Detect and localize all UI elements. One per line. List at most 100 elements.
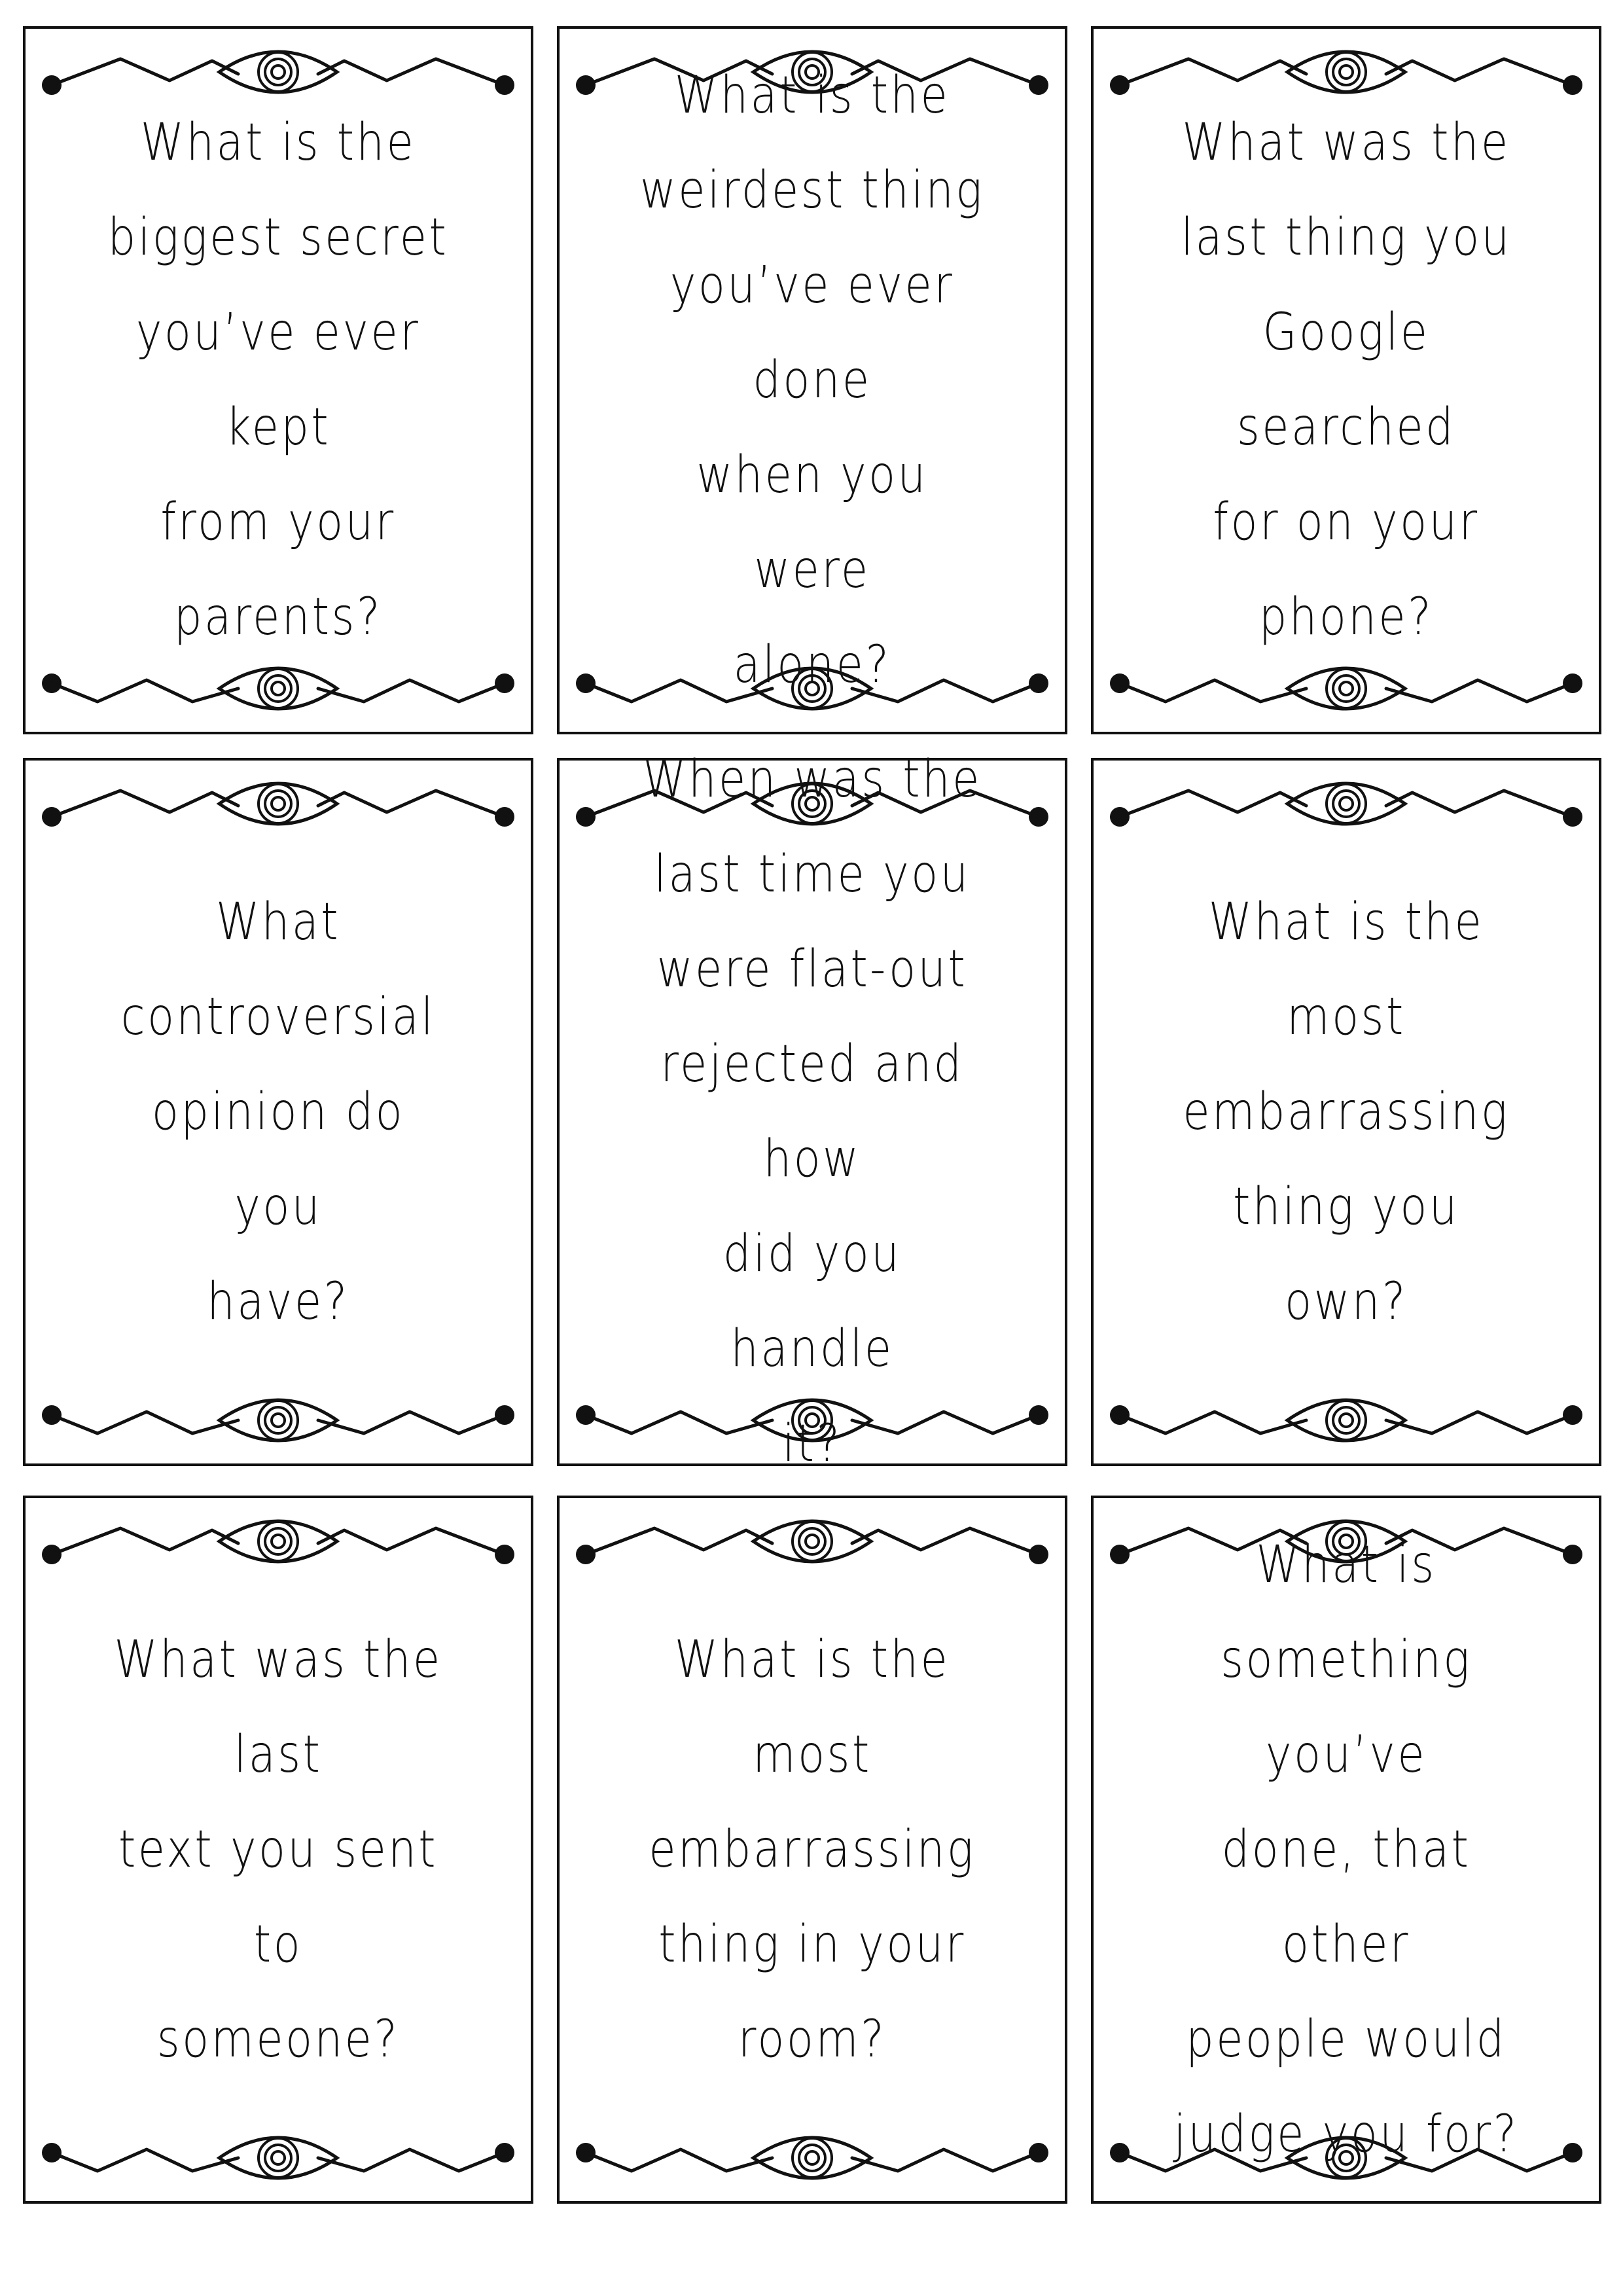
eye-iris-inner	[264, 58, 293, 86]
eye-pupil	[270, 681, 286, 696]
ornament-svg	[1110, 781, 1582, 827]
eye-pupil	[270, 2150, 286, 2166]
eye-iris-inner	[264, 1406, 293, 1435]
ornament-svg	[42, 2136, 514, 2180]
zigzag-line	[584, 1410, 774, 1435]
question-card-6: What is the most embarrassing thing you …	[1091, 758, 1601, 1466]
zigzag-line	[1384, 2147, 1575, 2173]
question-text: What controversial opinion do you have?	[120, 892, 436, 1331]
question-text: When was the last time you were flat-out…	[643, 750, 982, 1473]
top-ornament	[1094, 763, 1599, 842]
ornament-svg	[42, 666, 514, 711]
eye-pupil	[804, 2150, 820, 2166]
question-card-7: What was the last text you sent to someo…	[23, 1496, 533, 2204]
eye-pupil	[270, 1412, 286, 1428]
zigzag-line	[850, 1410, 1041, 1435]
question-card-8: What is the most embarrassing thing in y…	[557, 1496, 1067, 2204]
zigzag-line	[316, 789, 507, 819]
ornament-svg	[42, 1519, 514, 1564]
zigzag-line	[584, 678, 774, 704]
zigzag-line	[50, 789, 240, 819]
question-area: What was the last text you sent to someo…	[71, 1577, 485, 2123]
question-text: What is the weirdest thing you’ve ever d…	[640, 65, 984, 694]
question-area: What is the most embarrassing thing in y…	[605, 1577, 1019, 2123]
question-area: What is the weirdest thing you’ve ever d…	[605, 66, 1019, 694]
top-ornament	[26, 763, 531, 842]
zigzag-line	[584, 2147, 774, 2173]
eye-iris-inner	[798, 1406, 827, 1435]
top-ornament	[560, 1501, 1065, 1579]
bottom-ornament	[1094, 2120, 1599, 2198]
eye-pupil	[270, 64, 286, 80]
eye-iris-inner	[798, 1527, 827, 1556]
eye-iris-inner	[798, 2144, 827, 2172]
question-text: What was the last thing you Google searc…	[1181, 113, 1512, 647]
question-text: What is the most embarrassing thing you …	[1183, 892, 1510, 1331]
eye-iris-inner	[1332, 789, 1361, 818]
question-area: What controversial opinion do you have?	[71, 839, 485, 1385]
zigzag-line	[1384, 678, 1575, 704]
zigzag-line	[1118, 789, 1308, 819]
zigzag-line	[1118, 2147, 1308, 2173]
zigzag-line	[50, 678, 240, 704]
question-text: What was the last text you sent to someo…	[114, 1630, 442, 2069]
eye-pupil	[1338, 796, 1354, 812]
ornament-svg	[1110, 666, 1582, 711]
question-text: What is something you’ve done, that othe…	[1173, 1535, 1519, 2164]
zigzag-line	[316, 1410, 507, 1435]
eye-pupil	[804, 1534, 820, 1549]
bottom-ornament	[26, 651, 531, 729]
zigzag-line	[50, 2147, 240, 2173]
eye-iris-inner	[1332, 58, 1361, 86]
zigzag-line	[850, 1526, 1041, 1556]
ornament-svg	[42, 1398, 514, 1443]
eye-pupil	[1338, 681, 1354, 696]
zigzag-line	[1384, 1410, 1575, 1435]
eye-iris-inner	[1332, 674, 1361, 703]
eye-pupil	[270, 796, 286, 812]
zigzag-line	[316, 678, 507, 704]
question-text: What is the biggest secret you’ve ever k…	[107, 113, 449, 647]
zigzag-line	[850, 678, 1041, 704]
bottom-ornament	[26, 2120, 531, 2198]
zigzag-line	[50, 1410, 240, 1435]
zigzag-line	[1118, 678, 1308, 704]
eye-iris-inner	[1332, 2144, 1361, 2172]
question-card-9: What is something you’ve done, that othe…	[1091, 1496, 1601, 2204]
zigzag-line	[1384, 57, 1575, 87]
question-area: What is the most embarrassing thing you …	[1139, 839, 1553, 1385]
zigzag-line	[1384, 789, 1575, 819]
zigzag-line	[316, 57, 507, 87]
eye-pupil	[1338, 64, 1354, 80]
top-ornament	[26, 1501, 531, 1579]
eye-iris-inner	[264, 1527, 293, 1556]
eye-iris-inner	[264, 674, 293, 703]
eye-iris-inner	[264, 2144, 293, 2172]
question-area: What is something you’ve done, that othe…	[1139, 1535, 1553, 2164]
zigzag-line	[1118, 57, 1308, 87]
bottom-ornament	[1094, 651, 1599, 729]
zigzag-line	[50, 57, 240, 87]
eye-pupil	[270, 1534, 286, 1549]
zigzag-line	[316, 1526, 507, 1556]
eye-pupil	[1338, 1412, 1354, 1428]
question-area: When was the last time you were flat-out…	[605, 750, 1019, 1473]
eye-pupil	[804, 681, 820, 696]
zigzag-line	[850, 2147, 1041, 2173]
zigzag-line	[1118, 1410, 1308, 1435]
ornament-svg	[1110, 1398, 1582, 1443]
question-card-1: What is the biggest secret you’ve ever k…	[23, 26, 533, 734]
bottom-ornament	[560, 1382, 1065, 1461]
bottom-ornament	[560, 651, 1065, 729]
eye-iris-inner	[798, 674, 827, 703]
eye-pupil	[1338, 2150, 1354, 2166]
question-text: What is the most embarrassing thing in y…	[649, 1630, 976, 2069]
question-area: What was the last thing you Google searc…	[1139, 107, 1553, 653]
eye-iris-inner	[264, 789, 293, 818]
question-card-4: What controversial opinion do you have?	[23, 758, 533, 1466]
zigzag-line	[50, 1526, 240, 1556]
ornament-svg	[576, 1519, 1048, 1564]
zigzag-line	[584, 1526, 774, 1556]
question-card-2: What is the weirdest thing you’ve ever d…	[557, 26, 1067, 734]
question-area: What is the biggest secret you’ve ever k…	[71, 107, 485, 653]
